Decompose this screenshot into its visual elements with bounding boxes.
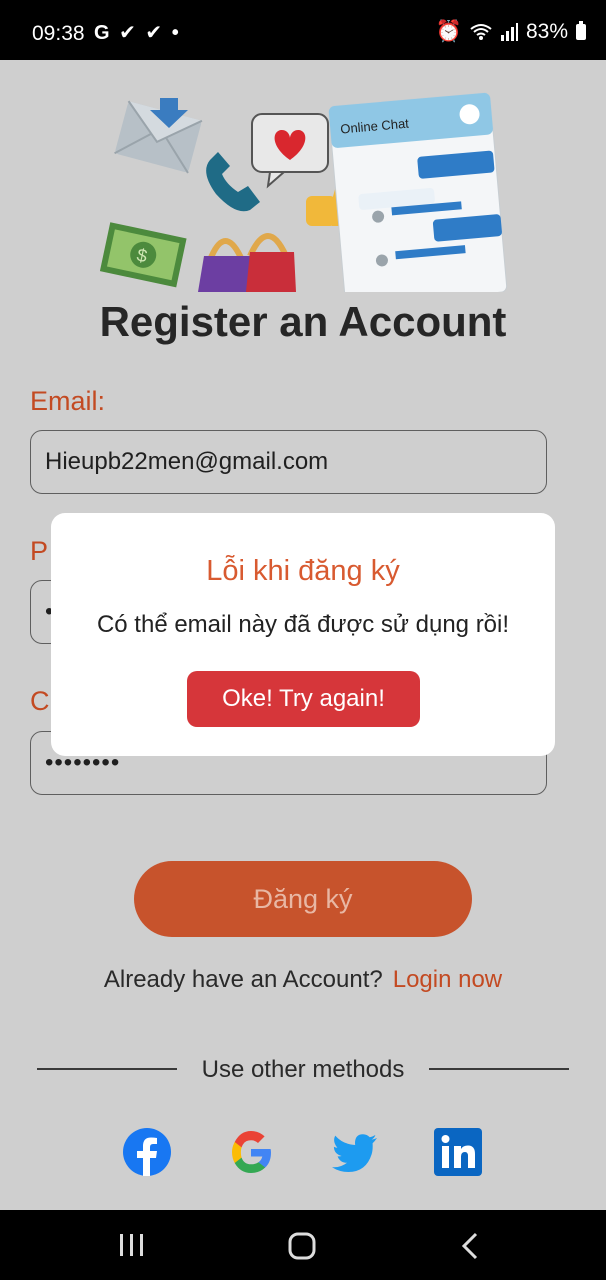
back-icon[interactable] <box>460 1232 480 1260</box>
battery-percent: 83% <box>525 20 568 43</box>
status-time: 09:38 <box>32 22 85 45</box>
home-icon[interactable] <box>288 1232 316 1260</box>
other-methods-divider: Use other methods <box>37 1056 569 1086</box>
other-methods-text: Use other methods <box>201 1056 405 1083</box>
status-bar: 09:38 G ✔ ✔ • ⏰ 83% <box>0 0 606 60</box>
error-dialog: Lỗi khi đăng ký Có thể email này đã được… <box>51 513 555 756</box>
register-button[interactable]: Đăng ký <box>134 861 472 937</box>
recent-apps-icon[interactable] <box>118 1232 146 1258</box>
register-screen: $ Online Chat Register an Account Email:… <box>0 60 606 1210</box>
linkedin-icon[interactable] <box>434 1128 482 1176</box>
try-again-button[interactable]: Oke! Try again! <box>187 671 420 727</box>
battery-icon <box>576 21 586 40</box>
divider-line-right <box>429 1068 569 1070</box>
chat-window-illustration: Online Chat <box>328 92 508 292</box>
email-label: Email: <box>30 386 106 416</box>
confirm-password-label: C <box>30 686 50 716</box>
password-label: P <box>30 536 49 566</box>
dialog-message: Có thể email này đã được sử dụng rồi! <box>96 611 510 638</box>
hero-illustration: $ Online Chat <box>100 92 508 292</box>
facebook-icon[interactable] <box>123 1128 171 1176</box>
status-right: ⏰ 83% <box>436 20 586 44</box>
shopping-bags-icon <box>198 233 296 292</box>
email-field[interactable]: Hieupb22men@gmail.com <box>30 430 547 494</box>
wifi-icon <box>470 24 492 40</box>
login-prompt-text: Already have an Account? <box>103 966 383 993</box>
alarm-icon: ⏰ <box>435 20 462 43</box>
page-title: Register an Account <box>99 298 507 345</box>
twitter-icon[interactable] <box>331 1128 379 1176</box>
login-prompt-row: Already have an Account? Login now <box>0 966 606 994</box>
heart-bubble-icon <box>251 113 329 189</box>
google-icon[interactable] <box>227 1128 275 1176</box>
notification-icons: G ✔ ✔ • <box>94 22 181 44</box>
login-now-link[interactable]: Login now <box>393 966 502 993</box>
navigation-bar <box>0 1210 606 1280</box>
signal-icon <box>500 23 518 41</box>
dialog-title: Lỗi khi đăng ký <box>206 555 400 587</box>
money-icon: $ <box>100 222 187 288</box>
